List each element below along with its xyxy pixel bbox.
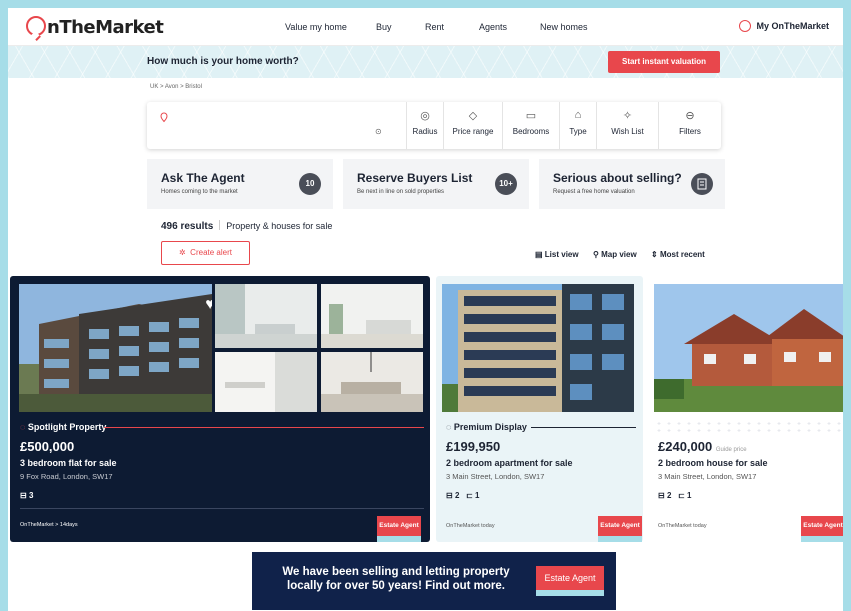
list-icon: ▤ bbox=[535, 250, 543, 259]
bed-icon: ▭ bbox=[525, 110, 537, 122]
top-bar: nTheMarket Value my home Buy Rent Agents… bbox=[8, 8, 843, 46]
create-alert-button[interactable]: ✲ Create alert bbox=[161, 241, 250, 265]
list-view-toggle[interactable]: ▤ List view bbox=[535, 250, 579, 259]
premium-tag: ◌ Premium Display bbox=[446, 422, 527, 432]
my-onthemarket-link[interactable]: My OnTheMarket bbox=[739, 20, 829, 32]
listing-price: £199,950 bbox=[446, 439, 501, 454]
results-summary: 496 results Property & houses for sale bbox=[161, 220, 333, 232]
valuation-question: How much is your home worth? bbox=[147, 56, 299, 67]
search-box: ⊙ ◎ Radius ◇ Price range ▭ Bedrooms ⌂ Ty… bbox=[147, 102, 721, 149]
nav-rent[interactable]: Rent bbox=[425, 22, 444, 32]
start-valuation-button[interactable]: Start instant valuation bbox=[608, 51, 720, 73]
map-view-toggle[interactable]: ⚲ Map view bbox=[593, 250, 637, 259]
filter-wish-list[interactable]: ✧ Wish List bbox=[596, 102, 658, 149]
page: nTheMarket Value my home Buy Rent Agents… bbox=[8, 8, 843, 611]
filter-more[interactable]: ⊖ Filters bbox=[658, 102, 721, 149]
bell-icon: ✲ bbox=[179, 248, 186, 257]
listing-price: £240,000 Guide price bbox=[658, 439, 747, 454]
premium-pin-icon: ◌ bbox=[446, 422, 452, 432]
filter-radius[interactable]: ◎ Radius bbox=[406, 102, 443, 149]
location-pin-icon bbox=[159, 112, 169, 123]
listing-photo-2[interactable] bbox=[215, 284, 317, 348]
nav-buy[interactable]: Buy bbox=[376, 22, 392, 32]
listing-meta: OnTheMarket today bbox=[658, 523, 707, 529]
user-icon bbox=[739, 20, 752, 32]
serious-selling-card[interactable]: Serious about selling? Request a free ho… bbox=[539, 159, 725, 209]
breadcrumb[interactable]: UK > Avon > Bristol bbox=[150, 84, 202, 90]
tag-divider bbox=[104, 427, 424, 428]
save-heart-icon[interactable]: ♥ bbox=[201, 296, 212, 314]
listing-photo-3[interactable] bbox=[321, 284, 423, 348]
site-logo[interactable]: nTheMarket bbox=[26, 16, 164, 38]
listing-address: 3 Main Street, London, SW17 bbox=[446, 472, 545, 481]
listing-address: 9 Fox Road, London, SW17 bbox=[20, 472, 113, 481]
listing-main-photo[interactable]: ♥ bbox=[19, 284, 212, 412]
filter-type[interactable]: ⌂ Type bbox=[559, 102, 596, 149]
bath-icon: ⊏ bbox=[678, 491, 685, 500]
nav-value-my-home[interactable]: Value my home bbox=[285, 22, 347, 32]
listing-address: 3 Main Street, London, SW17 bbox=[658, 472, 757, 481]
listing-meta: OnTheMarket > 14days bbox=[20, 522, 78, 528]
banner-estate-agent-button[interactable]: Estate Agent bbox=[536, 566, 604, 596]
filter-price-range[interactable]: ◇ Price range bbox=[443, 102, 502, 149]
listing-meta: OnTheMarket today bbox=[446, 523, 495, 529]
listing-price: £500,000 bbox=[20, 439, 75, 454]
estate-agent-button[interactable]: Estate Agent bbox=[801, 516, 843, 542]
reserve-buyers-card[interactable]: Reserve Buyers List Be next in line on s… bbox=[343, 159, 529, 209]
filter-bedrooms[interactable]: ▭ Bedrooms bbox=[502, 102, 559, 149]
valuation-banner: How much is your home worth? Start insta… bbox=[8, 46, 843, 78]
sort-icon: ⇕ bbox=[651, 250, 658, 259]
listing-title[interactable]: 2 bedroom apartment for sale bbox=[446, 458, 573, 468]
nav-agents[interactable]: Agents bbox=[479, 22, 507, 32]
premium-listing-card[interactable]: ◌ Premium Display £199,950 2 bedroom apa… bbox=[436, 276, 643, 542]
estate-agent-button[interactable]: Estate Agent bbox=[377, 516, 421, 542]
room-counts: ⊟ 2 ⊏ 1 bbox=[446, 491, 480, 500]
count-badge: 10 bbox=[299, 173, 321, 195]
listing-photo[interactable] bbox=[654, 284, 843, 412]
bed-icon: ⊟ bbox=[658, 491, 665, 500]
listing-title[interactable]: 3 bedroom flat for sale bbox=[20, 458, 117, 468]
ask-the-agent-card[interactable]: Ask The Agent Homes coming to the market… bbox=[147, 159, 333, 209]
spotlight-pin-icon: ◌ bbox=[20, 422, 26, 432]
listing-title[interactable]: 2 bedroom house for sale bbox=[658, 458, 768, 468]
room-counts: ⊟ 2 ⊏ 1 bbox=[658, 491, 692, 500]
spotlight-listing-card[interactable]: ♥ ◌ Spotlight Property £500,000 3 bedroo… bbox=[10, 276, 430, 542]
listing-photo-5[interactable] bbox=[321, 352, 423, 412]
sparkle-icon: ✧ bbox=[622, 110, 633, 122]
bed-icon: ⊟ bbox=[20, 491, 27, 500]
spotlight-tag: ◌ Spotlight Property bbox=[20, 422, 107, 432]
bed-icon: ⊟ bbox=[446, 491, 453, 500]
sort-dropdown[interactable]: ⇕ Most recent bbox=[651, 250, 705, 259]
standard-listing-card[interactable]: £240,000 Guide price 2 bedroom house for… bbox=[648, 276, 843, 542]
listing-photo[interactable] bbox=[442, 284, 634, 412]
radius-icon: ◎ bbox=[420, 110, 430, 122]
listing-photo-4[interactable] bbox=[215, 352, 317, 412]
filter-icon: ⊖ bbox=[685, 110, 695, 122]
guide-price-label: Guide price bbox=[715, 447, 747, 453]
current-location-icon[interactable]: ⊙ bbox=[375, 127, 382, 136]
house-icon: ⌂ bbox=[574, 109, 582, 121]
estate-agent-button[interactable]: Estate Agent bbox=[598, 516, 642, 542]
tag-icon: ◇ bbox=[468, 110, 478, 122]
count-badge: 10+ bbox=[495, 173, 517, 195]
logo-pin-icon bbox=[26, 16, 46, 36]
map-pin-icon: ⚲ bbox=[593, 250, 599, 259]
nav-new-homes[interactable]: New homes bbox=[540, 22, 588, 32]
bath-icon: ⊏ bbox=[466, 491, 473, 500]
bedroom-count: ⊟ 3 bbox=[20, 491, 34, 500]
agent-ad-banner[interactable]: We have been selling and letting propert… bbox=[252, 552, 616, 610]
valuation-icon bbox=[691, 173, 713, 195]
banner-text: We have been selling and letting propert… bbox=[282, 566, 510, 592]
